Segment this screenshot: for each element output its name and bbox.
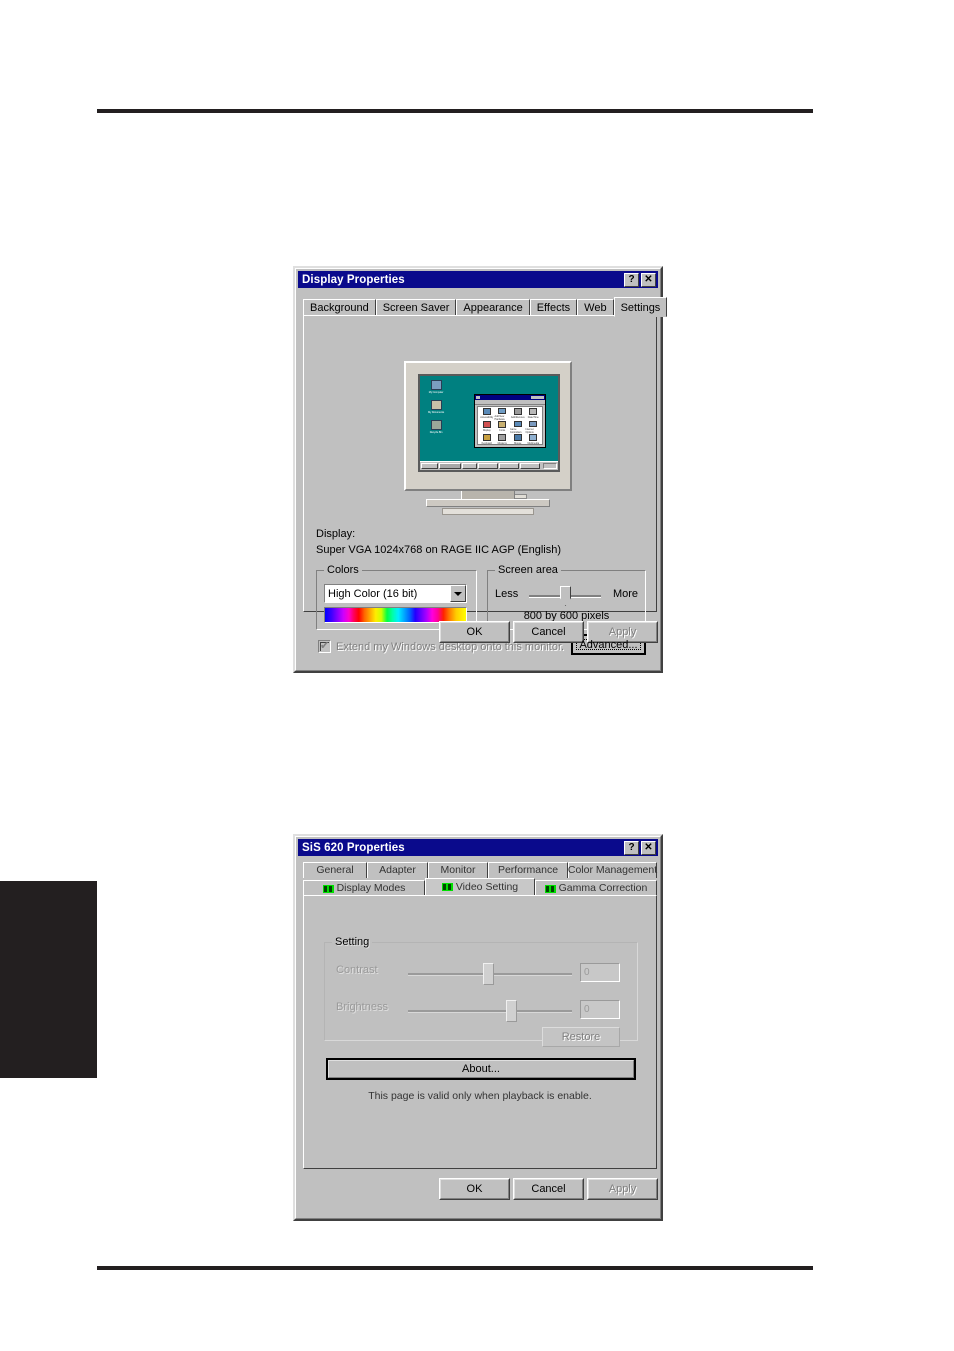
tab-performance[interactable]: Performance — [488, 862, 568, 878]
tab-screen-saver[interactable]: Screen Saver — [375, 299, 457, 316]
preview-window-menubar — [475, 400, 545, 405]
colors-group-title: Colors — [324, 564, 362, 576]
setting-group: Setting Contrast 0 Brightness 0 Restore — [324, 936, 638, 1047]
brightness-label: Brightness — [336, 1001, 388, 1013]
preview-grid-icon: Accessibility — [479, 408, 495, 421]
settings-tab-page: My Computer My Documents Recycle Bin Acc… — [303, 315, 657, 655]
preview-grid-icon: Mouse — [510, 434, 526, 447]
apply-button-label: Apply — [608, 626, 637, 638]
color-depth-select[interactable]: High Color (16 bit) — [324, 584, 467, 603]
dialog-title: Display Properties — [302, 273, 405, 286]
help-button[interactable]: ? — [624, 840, 639, 855]
advanced-button-label: Advanced... — [579, 638, 638, 651]
preview-grid-icon: Internet Options — [526, 421, 542, 434]
contrast-label: Contrast — [336, 964, 378, 976]
tab-background[interactable]: Background — [303, 299, 376, 316]
color-depth-value: High Color (16 bit) — [328, 587, 418, 600]
preview-grid-icon: Keyboard — [479, 434, 495, 447]
preview-grid-icon: Modems — [495, 434, 511, 447]
apply-button[interactable]: Apply — [587, 1178, 658, 1200]
display-label: Display: — [316, 528, 356, 540]
brightness-slider-track[interactable] — [408, 1010, 572, 1013]
preview-system-tray — [543, 463, 557, 469]
monitor-base — [426, 499, 550, 507]
preview-grid-icon: Display — [479, 421, 495, 434]
contrast-slider-thumb[interactable] — [483, 963, 494, 985]
tab-display-modes[interactable]: Display Modes — [303, 880, 425, 896]
preview-grid-icon: Add New Hardware — [495, 408, 511, 421]
desktop-icon-my-computer: My Computer — [424, 380, 448, 394]
tab-color-management[interactable]: Color Management — [568, 862, 657, 878]
desktop-icon-recycle-bin: Recycle Bin — [424, 420, 448, 434]
sis-properties-titlebar: SiS 620 Properties ? ✕ — [298, 839, 658, 856]
chevron-down-icon[interactable] — [450, 585, 466, 602]
restore-button-label: Restore — [561, 1031, 601, 1043]
close-icon[interactable]: ✕ — [641, 272, 656, 287]
sis-logo-icon — [441, 883, 453, 891]
playback-note: This page is valid only when playback is… — [368, 1090, 592, 1102]
tab-gamma-correction[interactable]: Gamma Correction — [535, 880, 657, 896]
tab-general[interactable]: General — [303, 862, 367, 878]
tab-appearance[interactable]: Appearance — [456, 299, 530, 316]
apply-button-label: Apply — [608, 1183, 637, 1195]
help-button[interactable]: ? — [624, 272, 639, 287]
ok-button[interactable]: OK — [439, 1178, 510, 1200]
about-button[interactable]: About... — [326, 1058, 636, 1080]
preview-grid-icon: Fonts — [495, 421, 511, 434]
screen-area-more-label: More — [612, 588, 638, 600]
cancel-button-label: Cancel — [531, 626, 566, 638]
tab-monitor[interactable]: Monitor — [428, 862, 488, 878]
restore-button[interactable]: Restore — [542, 1027, 620, 1047]
preview-start-button — [421, 463, 438, 469]
page-header-rule — [97, 109, 813, 113]
close-icon[interactable]: ✕ — [641, 840, 656, 855]
cancel-button[interactable]: Cancel — [513, 621, 584, 643]
cancel-button[interactable]: Cancel — [513, 1178, 584, 1200]
sis-tabstrip-row1: General Adapter Monitor Performance Colo… — [303, 861, 657, 878]
page-edge-tab — [0, 881, 97, 1078]
tab-video-setting[interactable]: Video Setting — [425, 878, 535, 896]
about-button-label: About... — [462, 1063, 500, 1075]
extend-desktop-checkbox[interactable] — [318, 639, 331, 653]
cancel-button-label: Cancel — [531, 1183, 566, 1195]
setting-group-title: Setting — [332, 936, 373, 948]
monitor-preview[interactable]: My Computer My Documents Recycle Bin Acc… — [404, 361, 572, 516]
desktop-icon-my-documents: My Documents — [424, 400, 448, 414]
ok-button-label: OK — [466, 1183, 483, 1195]
sis-620-properties-dialog: SiS 620 Properties ? ✕ General Adapter M… — [293, 834, 663, 1221]
screen-area-group-title: Screen area — [495, 564, 561, 576]
preview-grid-icon: Add/Remove — [510, 408, 526, 421]
video-setting-tab-page: Setting Contrast 0 Brightness 0 Restore … — [303, 895, 657, 1169]
preview-grid-icon: Multimedia — [526, 434, 542, 447]
tab-web[interactable]: Web — [577, 299, 614, 316]
ok-button-label: OK — [466, 626, 483, 638]
tab-adapter[interactable]: Adapter — [367, 862, 428, 878]
tab-effects[interactable]: Effects — [529, 299, 578, 316]
monitor-neck — [461, 491, 515, 499]
page-footer-rule — [97, 1266, 813, 1270]
preview-taskbar — [420, 461, 558, 470]
display-properties-titlebar: Display Properties ? ✕ — [298, 271, 658, 288]
contrast-value-field[interactable]: 0 — [580, 963, 620, 982]
preview-control-panel-window: Accessibility Add New Hardware Add/Remov… — [474, 394, 546, 448]
display-properties-tabstrip: Background Screen Saver Appearance Effec… — [303, 294, 668, 317]
sis-tabstrip-row2: Display Modes Video Setting Gamma Correc… — [303, 877, 657, 896]
preview-grid-icon: Game Controllers — [510, 421, 526, 434]
monitor-foot — [442, 508, 534, 515]
monitor-screen: My Computer My Documents Recycle Bin Acc… — [418, 374, 560, 472]
display-properties-dialog: Display Properties ? ✕ Background Screen… — [293, 266, 668, 673]
monitor-case: My Computer My Documents Recycle Bin Acc… — [404, 361, 572, 499]
screen-area-less-label: Less — [495, 588, 519, 600]
preview-icon-grid: Accessibility Add New Hardware Add/Remov… — [477, 406, 543, 445]
sis-logo-icon — [544, 884, 556, 893]
preview-grid-icon: Date/Time — [526, 408, 542, 421]
ok-button[interactable]: OK — [439, 621, 510, 643]
brightness-slider-thumb[interactable] — [506, 1000, 517, 1022]
tab-settings[interactable]: Settings — [613, 297, 668, 317]
dialog-title: SiS 620 Properties — [302, 841, 405, 854]
sis-logo-icon — [322, 884, 334, 893]
display-adapter-value: Super VGA 1024x768 on RAGE IIC AGP (Engl… — [316, 544, 561, 556]
brightness-value-field[interactable]: 0 — [580, 1000, 620, 1019]
